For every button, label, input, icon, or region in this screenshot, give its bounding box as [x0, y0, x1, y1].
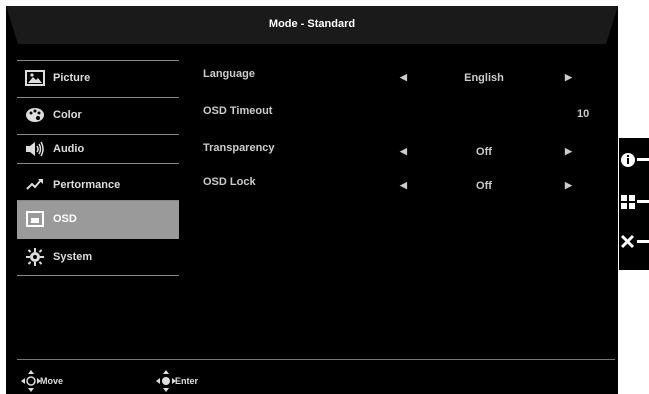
- osd-icon: [26, 211, 44, 227]
- sidebar-item-label: Picture: [53, 72, 91, 84]
- info-key[interactable]: [619, 148, 649, 172]
- performance-icon: [26, 179, 43, 190]
- gear-icon: [26, 248, 44, 266]
- sidebar-divider: [17, 275, 179, 276]
- osd-timeout-slider-fill: [405, 106, 561, 119]
- sidebar-item-label: Color: [53, 109, 82, 121]
- transparency-value[interactable]: Off: [420, 146, 548, 158]
- transparency-left-arrow[interactable]: ◀: [400, 146, 407, 157]
- osd-window: Mode - Standard Picture Color Audio Pert…: [6, 6, 618, 394]
- transparency-label: Transparency: [203, 142, 275, 154]
- side-key-panel: [619, 138, 649, 270]
- sidebar-item-audio[interactable]: Audio: [17, 131, 179, 167]
- sidebar-item-label: System: [53, 251, 93, 263]
- close-icon: [620, 234, 649, 249]
- language-value[interactable]: English: [420, 72, 548, 84]
- move-label: Move: [40, 376, 64, 386]
- osd-timeout-label: OSD Timeout: [203, 105, 273, 117]
- language-left-arrow[interactable]: ◀: [400, 72, 407, 83]
- page-title: Mode - Standard: [268, 18, 356, 30]
- osd-lock-label: OSD Lock: [203, 176, 256, 188]
- palette-icon: [26, 108, 44, 122]
- sidebar-item-label: Pertormance: [53, 179, 121, 191]
- osd-lock-left-arrow[interactable]: ◀: [400, 180, 407, 191]
- speaker-icon: [26, 141, 44, 157]
- enter-label: Enter: [175, 376, 199, 386]
- language-label: Language: [203, 68, 255, 80]
- osd-timeout-value: 10: [577, 108, 590, 120]
- sidebar-item-label: Audio: [53, 143, 85, 155]
- osd-timeout-slider[interactable]: [405, 106, 561, 119]
- sidebar-item-osd[interactable]: OSD: [17, 201, 179, 239]
- sidebar-item-color[interactable]: Color: [17, 97, 179, 133]
- transparency-right-arrow[interactable]: ▶: [565, 146, 572, 157]
- picture-icon: [25, 70, 45, 86]
- osd-lock-right-arrow[interactable]: ▶: [565, 180, 572, 191]
- sidebar-item-performance[interactable]: Pertormance: [17, 167, 179, 203]
- menu-icon: [621, 195, 649, 209]
- footer-divider: [17, 359, 615, 360]
- menu-key[interactable]: [619, 190, 649, 214]
- sidebar-item-system[interactable]: System: [17, 239, 179, 275]
- enter-icon: [156, 370, 176, 392]
- osd-lock-value[interactable]: Off: [420, 180, 548, 192]
- close-key[interactable]: [619, 230, 649, 254]
- sidebar-item-label: OSD: [53, 213, 77, 225]
- sidebar-item-picture[interactable]: Picture: [17, 60, 179, 96]
- sidebar-divider: [17, 163, 179, 164]
- info-icon: [621, 153, 649, 167]
- move-icon: [21, 370, 41, 392]
- language-right-arrow[interactable]: ▶: [565, 72, 572, 83]
